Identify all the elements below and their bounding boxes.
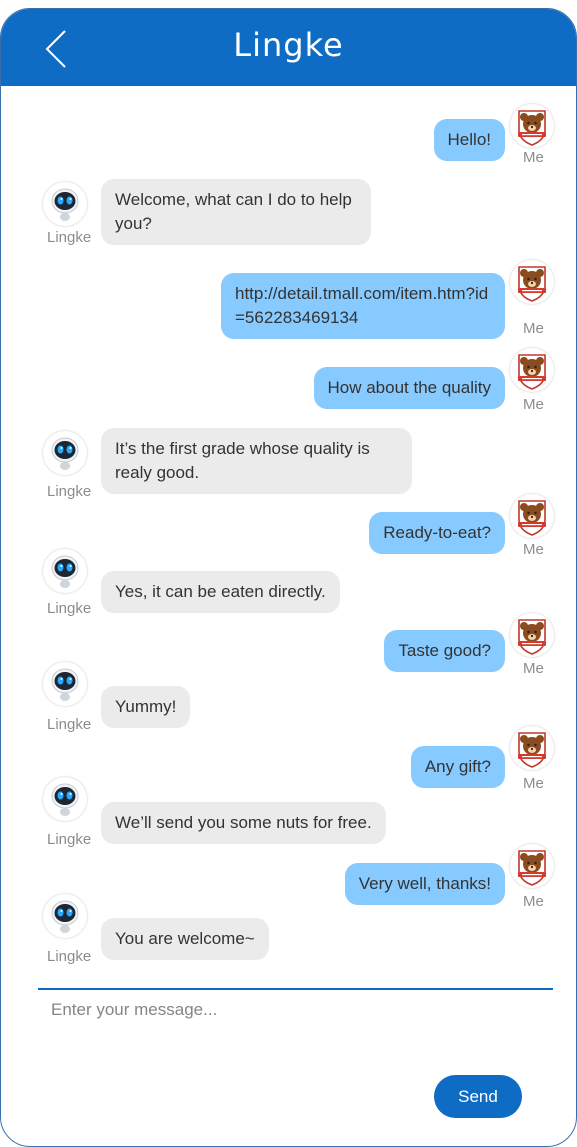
bot-avatar: [43, 777, 87, 821]
bear-icon: [518, 354, 546, 390]
bot-avatar: [43, 662, 87, 706]
sender-name: Lingke: [47, 229, 92, 246]
bear-icon: [518, 500, 546, 536]
bear-icon: [518, 110, 546, 146]
header-bar: Lingke: [1, 9, 576, 86]
message-input[interactable]: [51, 997, 531, 1023]
sender-name: Me: [523, 149, 544, 166]
message-bubble: Yummy!: [101, 686, 191, 728]
message-bubble: How about the quality: [313, 367, 505, 409]
message-bubble: We’ll send you some nuts for free.: [101, 802, 386, 844]
sender-name: Lingke: [47, 483, 92, 500]
sender-name: Lingke: [47, 716, 92, 733]
me-avatar: [510, 104, 554, 148]
message-bubble: Yes, it can be eaten directly.: [101, 571, 340, 613]
me-avatar: [510, 613, 554, 657]
me-avatar: [510, 260, 554, 304]
message-bubble: You are welcome~: [101, 918, 269, 960]
sender-name: Lingke: [47, 831, 92, 848]
sender-name: Me: [523, 660, 544, 677]
composer-divider: [38, 988, 553, 990]
sender-name: Me: [523, 893, 544, 910]
message-bubble: http://detail.tmall.com/item.htm?id=5622…: [221, 273, 505, 339]
message-bubble: Welcome, what can I do to help you?: [101, 179, 371, 245]
bear-icon: [518, 850, 546, 886]
me-avatar: [510, 726, 554, 770]
message-list[interactable]: Hello! Me Lingke Welcome, what can I do …: [1, 86, 576, 986]
sender-name: Me: [523, 320, 544, 337]
robot-icon: [51, 188, 79, 221]
sender-name: Lingke: [47, 948, 92, 965]
robot-icon: [51, 783, 79, 816]
chat-window: Lingke Hello! Me Lingke Welcome, what ca…: [0, 8, 577, 1147]
message-bubble: Taste good?: [384, 630, 505, 672]
bot-avatar: [43, 431, 87, 475]
sender-name: Me: [523, 396, 544, 413]
bear-icon: [518, 619, 546, 655]
me-avatar: [510, 494, 554, 538]
page-title: Lingke: [233, 26, 344, 64]
robot-icon: [51, 555, 79, 588]
robot-icon: [51, 668, 79, 701]
robot-icon: [51, 900, 79, 933]
me-avatar: [510, 844, 554, 888]
bear-icon: [518, 266, 546, 302]
sender-name: Lingke: [47, 600, 92, 617]
message-bubble: Very well, thanks!: [344, 863, 505, 905]
message-bubble: Hello!: [433, 119, 505, 161]
send-button[interactable]: Send: [434, 1075, 522, 1118]
message-bubble: Ready-to-eat?: [369, 512, 505, 554]
message-bubble: It’s the first grade whose quality is re…: [101, 428, 412, 494]
bear-icon: [518, 732, 546, 768]
me-avatar: [510, 348, 554, 392]
bot-avatar: [43, 549, 87, 593]
sender-name: Me: [523, 541, 544, 558]
bot-avatar: [43, 894, 87, 938]
bot-avatar: [43, 182, 87, 226]
sender-name: Me: [523, 775, 544, 792]
message-bubble: Any gift?: [410, 746, 505, 788]
robot-icon: [51, 437, 79, 470]
